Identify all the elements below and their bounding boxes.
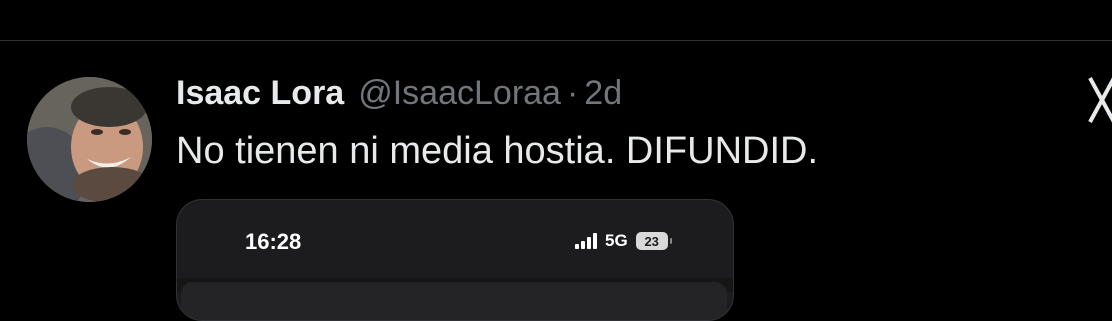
battery-icon: 23 — [635, 232, 672, 250]
close-button[interactable] — [1084, 72, 1112, 128]
close-icon — [1088, 77, 1112, 123]
top-divider — [0, 40, 1112, 41]
separator-dot: · — [566, 74, 579, 112]
inner-content-card — [181, 282, 727, 320]
display-name[interactable]: Isaac Lora — [176, 74, 344, 113]
battery-level: 23 — [644, 233, 659, 249]
cellular-signal-icon — [575, 233, 597, 249]
user-handle[interactable]: @IsaacLoraa — [358, 74, 561, 113]
tweet-text: No tienen ni media hostia. DIFUNDID. — [176, 130, 819, 172]
network-label: 5G — [605, 231, 628, 250]
tweet-media-image[interactable]: 16:28 5G 23 — [176, 199, 734, 321]
status-bar-time: 16:28 — [245, 229, 302, 254]
status-bar-indicators: 5G 23 — [575, 230, 672, 252]
avatar[interactable] — [27, 77, 152, 202]
tweet-header: Isaac Lora @IsaacLoraa · 2d — [176, 74, 622, 118]
timestamp[interactable]: 2d — [584, 74, 622, 113]
avatar-image — [27, 77, 152, 202]
battery-nub — [669, 238, 672, 244]
